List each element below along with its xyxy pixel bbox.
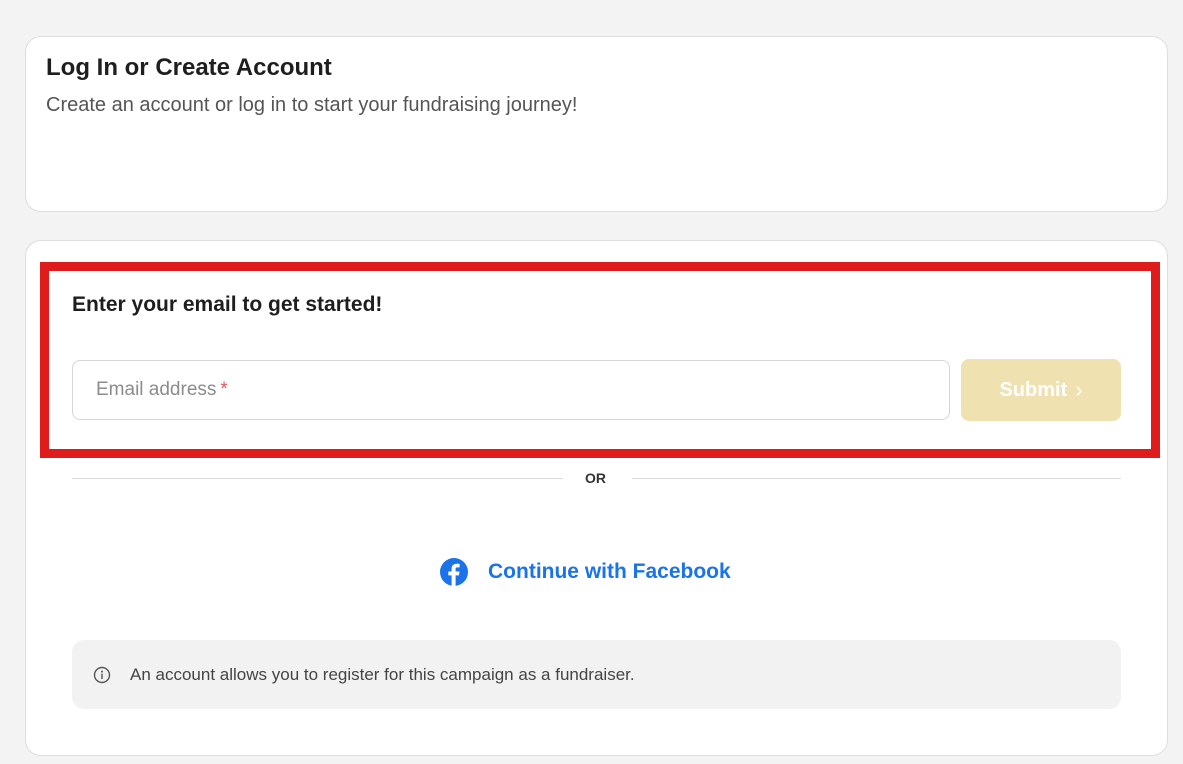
- divider-or: OR: [585, 470, 606, 486]
- page-subtitle: Create an account or log in to start you…: [46, 94, 578, 116]
- required-marker: *: [220, 379, 228, 400]
- page: Log In or Create Account Create an accou…: [0, 0, 1183, 764]
- divider-left: [72, 478, 563, 479]
- page-title: Log In or Create Account: [46, 54, 332, 81]
- facebook-icon: [440, 558, 468, 586]
- email-placeholder: Email address *: [96, 379, 228, 400]
- continue-with-facebook-button[interactable]: Continue with Facebook: [440, 556, 731, 588]
- chevron-right-icon: ›: [1075, 377, 1083, 402]
- email-field[interactable]: Email address *: [72, 360, 950, 420]
- facebook-label: Continue with Facebook: [488, 560, 731, 583]
- info-text: An account allows you to register for th…: [130, 665, 635, 684]
- info-box: An account allows you to register for th…: [72, 640, 1121, 709]
- email-section-heading: Enter your email to get started!: [72, 293, 383, 316]
- submit-label: Submit: [999, 378, 1068, 401]
- info-icon: [93, 666, 111, 684]
- submit-button[interactable]: Submit ›: [961, 359, 1121, 421]
- divider-right: [632, 478, 1121, 479]
